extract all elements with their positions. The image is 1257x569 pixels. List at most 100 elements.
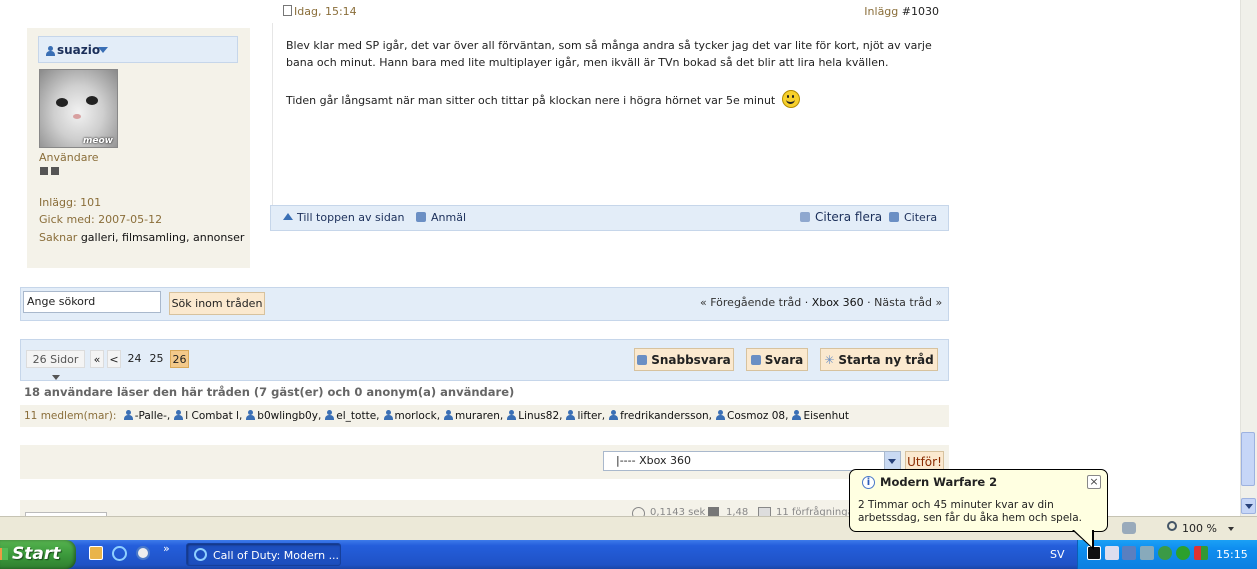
member-link[interactable]: el_totte (336, 410, 376, 422)
member-link[interactable]: Cosmoz 08 (727, 410, 785, 422)
search-thread-button-label: Sök inom tråden (171, 297, 263, 310)
member-link[interactable]: l Combat l (185, 410, 239, 422)
network-tray-icon[interactable] (1105, 546, 1119, 560)
display-tray-icon[interactable] (1122, 546, 1136, 560)
page-25-link[interactable]: 25 (147, 350, 166, 368)
report-link[interactable]: Anmäl (431, 211, 466, 224)
post-number-link[interactable]: #1030 (902, 5, 939, 18)
taskbar-window-button[interactable]: Call of Duty: Modern ... (186, 543, 341, 566)
avatar[interactable]: meow (39, 69, 118, 148)
prev-page-link[interactable]: < (107, 350, 121, 368)
scroll-down-button[interactable] (1241, 498, 1256, 514)
back-to-top-link[interactable]: Till toppen av sidan (297, 211, 405, 224)
quote-multi-icon (800, 212, 810, 222)
reply-icon (750, 354, 761, 365)
security-zone-icon[interactable] (1122, 522, 1136, 534)
missing-label: Saknar (39, 231, 78, 244)
username[interactable]: suazio (57, 43, 100, 57)
quicklaunch-expand-icon[interactable]: » (163, 542, 170, 555)
readers-summary: 18 användare läser den här tråden (7 gäs… (24, 385, 515, 399)
member-link[interactable]: -Palle- (135, 410, 167, 422)
missing-annonser[interactable]: annonser (193, 231, 244, 244)
quick-reply-icon (637, 354, 648, 365)
prev-thread-link[interactable]: « Föregående tråd (700, 296, 801, 309)
thread-nav: « Föregående tråd · Xbox 360 · Nästa trå… (700, 296, 943, 309)
member-item: -Palle-, (123, 410, 170, 422)
member-link[interactable]: morlock (395, 410, 437, 422)
jump-go-label: Utför! (907, 454, 942, 469)
sound-tray-icon[interactable] (1140, 546, 1154, 560)
quick-reply-label: Snabbsvara (651, 352, 731, 367)
quick-reply-button[interactable]: Snabbsvara (634, 348, 734, 371)
cat-eye-left (56, 98, 68, 107)
forum-link[interactable]: Xbox 360 (812, 296, 864, 309)
member-link[interactable]: Eisenhut (803, 410, 849, 422)
scrollbar-thumb[interactable] (1241, 432, 1255, 486)
post-date: Idag, 15:14 (294, 5, 357, 18)
search-input-value: Ange sökord (27, 295, 96, 308)
member-item: morlock, (383, 410, 440, 422)
antivirus-tray-icon[interactable] (1158, 546, 1172, 560)
quote-button[interactable]: Citera (904, 211, 937, 224)
member-link[interactable]: Linus82 (518, 410, 559, 422)
close-icon[interactable]: × (1087, 475, 1101, 489)
chevron-down-icon (51, 375, 60, 380)
clock[interactable]: 15:15 (1216, 548, 1248, 561)
start-button[interactable]: Start (0, 540, 76, 569)
member-icon (246, 410, 256, 420)
dropdown-arrow-icon[interactable] (98, 47, 108, 53)
missing-filmsamling[interactable]: filmsamling (122, 231, 186, 244)
pages-label: 26 Sidor (32, 353, 79, 366)
member-item: lifter, (566, 410, 605, 422)
quicklaunch-media-icon[interactable] (136, 546, 150, 560)
first-page-link[interactable]: « (90, 350, 104, 368)
member-icon (566, 410, 576, 420)
arrow-up-icon (283, 213, 293, 220)
member-icon (716, 410, 726, 420)
member-item: muraren, (444, 410, 503, 422)
post-number: Inlägg #1030 (850, 5, 939, 18)
new-thread-icon: ✳ (824, 352, 835, 367)
language-indicator[interactable]: SV (1050, 548, 1065, 561)
select-arrow-icon[interactable] (884, 452, 900, 470)
start-label: Start (12, 544, 61, 564)
member-link[interactable]: b0wlingb0y (257, 410, 318, 422)
post-text-1: Blev klar med SP igår, det var över all … (286, 39, 932, 69)
new-thread-label: Starta ny tråd (838, 352, 934, 367)
members-label: 11 medlem(mar): (24, 410, 117, 422)
security-tray-icon[interactable] (1194, 546, 1208, 560)
avatar-caption: meow (83, 136, 113, 146)
zoom-icon[interactable] (1167, 521, 1177, 531)
member-icon (444, 410, 454, 420)
new-thread-button[interactable]: ✳ Starta ny tråd (820, 348, 938, 371)
zoom-level[interactable]: 100 % (1182, 522, 1217, 535)
missing-galleri[interactable]: galleri (81, 231, 115, 244)
post-count: Inlägg: 101 (39, 196, 102, 209)
quote-icon (889, 212, 899, 222)
quicklaunch-desktop-icon[interactable] (89, 546, 103, 560)
forum-jump-select[interactable]: |---- Xbox 360 (603, 451, 901, 471)
post-label: Inlägg (864, 5, 899, 18)
reply-label: Svara (764, 352, 804, 367)
page-24-link[interactable]: 24 (125, 350, 144, 368)
reply-button[interactable]: Svara (746, 348, 808, 371)
quote-multi-button[interactable]: Citera flera (815, 210, 882, 224)
search-thread-button[interactable]: Sök inom tråden (169, 292, 265, 315)
member-link[interactable]: fredrikandersson (620, 410, 709, 422)
member-icon (507, 410, 517, 420)
pages-dropdown[interactable]: 26 Sidor (26, 350, 85, 380)
next-thread-link[interactable]: Nästa tråd » (874, 296, 942, 309)
sync-tray-icon[interactable] (1176, 546, 1190, 560)
post-text-2-content: Tiden går långsamt när man sitter och ti… (286, 94, 776, 107)
zoom-dropdown-icon[interactable] (1228, 527, 1234, 531)
rank-pip (51, 167, 59, 175)
rank-pip (40, 167, 48, 175)
member-item: el_totte, (325, 410, 380, 422)
member-link[interactable]: lifter (577, 410, 601, 422)
quicklaunch-ie-icon[interactable] (112, 546, 127, 561)
member-item: b0wlingb0y, (246, 410, 321, 422)
member-item: Cosmoz 08, (716, 410, 788, 422)
search-input[interactable]: Ange sökord (23, 291, 161, 313)
post-text-2: Tiden går långsamt när man sitter och ti… (286, 90, 936, 109)
member-link[interactable]: muraren (455, 410, 500, 422)
